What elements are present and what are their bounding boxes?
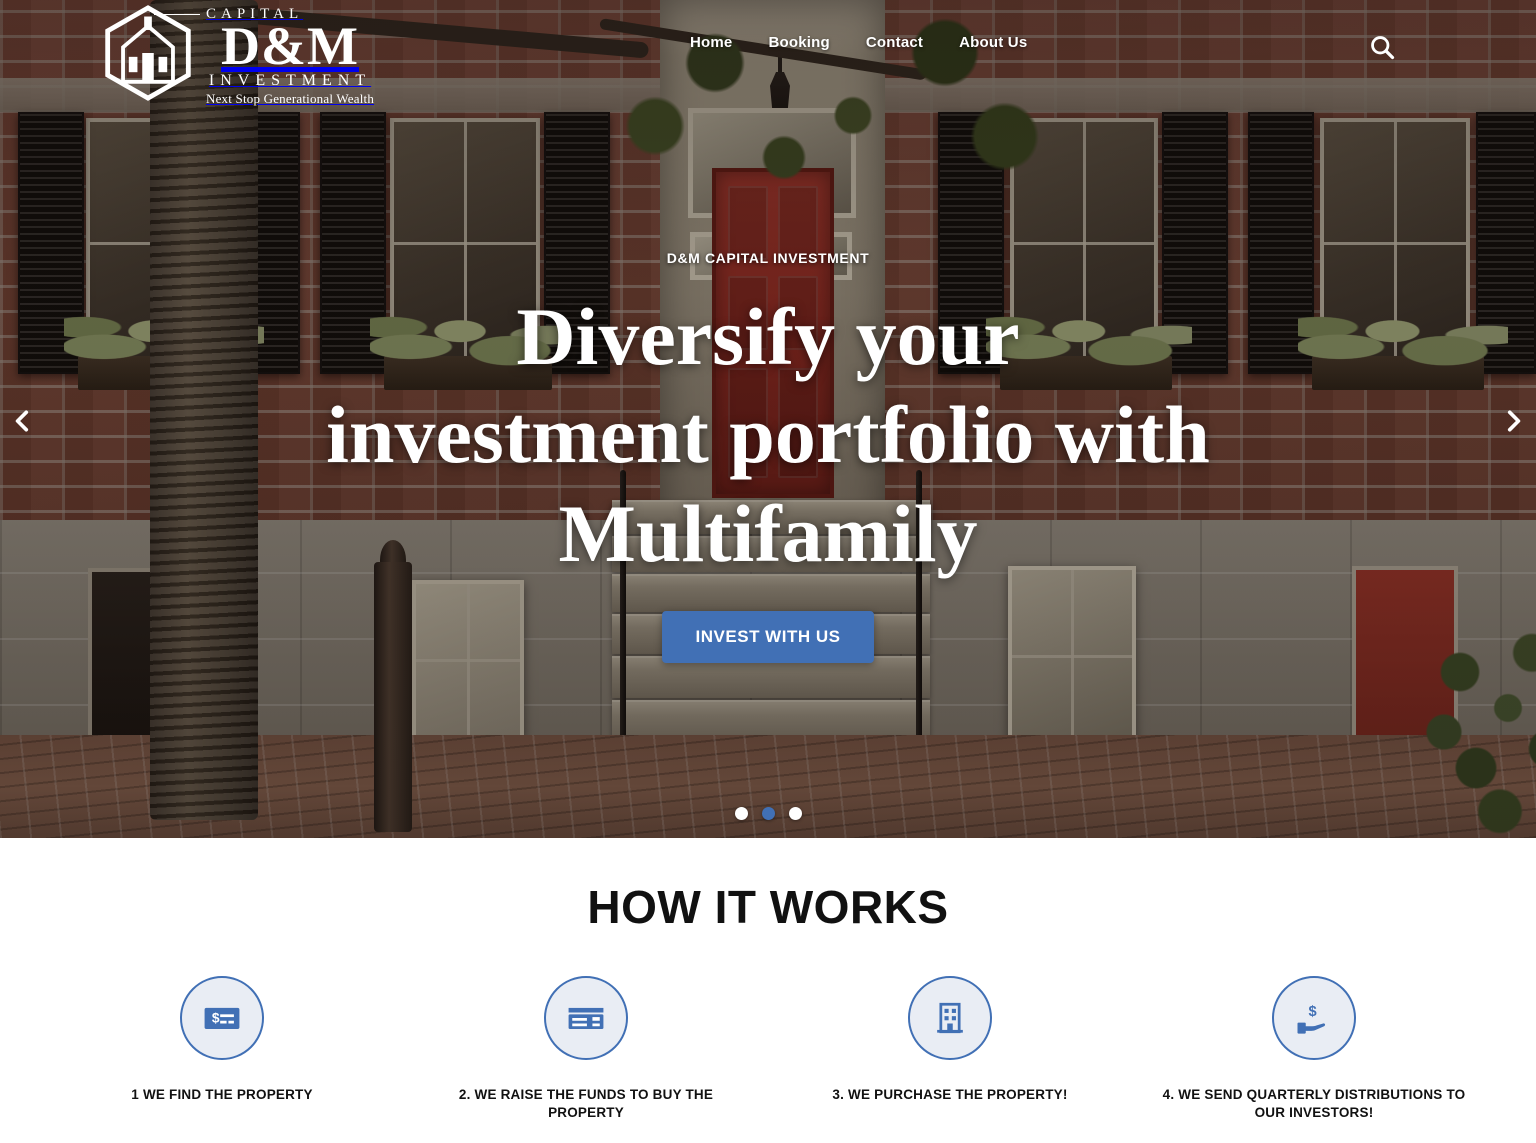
search-button[interactable]: [1368, 33, 1396, 61]
nav-item-booking[interactable]: Booking: [768, 34, 829, 51]
nav-item-about-us[interactable]: About Us: [959, 34, 1027, 51]
step-1-label: 1 WE FIND THE PROPERTY: [131, 1087, 313, 1102]
hero-headline: Diversify your investment portfolio with…: [326, 291, 1210, 579]
step-4-icon-circle: $: [1272, 976, 1356, 1060]
building-icon: [937, 1002, 963, 1034]
svg-text:$: $: [212, 1011, 220, 1026]
logo-wordmark: CAPITAL D&M INVESTMENT Next Stop Generat…: [206, 2, 374, 105]
logo-capital-text: CAPITAL: [206, 6, 304, 22]
house-hexagon-logo-icon: [105, 5, 191, 102]
logo-dm-text: D&M: [221, 16, 359, 76]
carousel-dots: [0, 807, 1536, 820]
main-navigation: Home Booking Contact About Us: [690, 34, 1027, 51]
step-4-label: 4. WE SEND QUARTERLY DISTRIBUTIONS TO OU…: [1162, 1087, 1466, 1121]
step-2-icon-circle: [544, 976, 628, 1060]
hand-holding-dollar-icon: $: [1297, 1004, 1326, 1034]
nav-item-contact[interactable]: Contact: [866, 34, 923, 51]
how-it-works-title: HOW IT WORKS: [587, 881, 949, 933]
step-3-icon-circle: [908, 976, 992, 1060]
site-header: CAPITAL D&M INVESTMENT Next Stop Generat…: [0, 0, 1536, 105]
step-item-2: 2. WE RAISE THE FUNDS TO BUY THE PROPERT…: [404, 976, 768, 1122]
chevron-left-icon: [15, 410, 29, 432]
invest-with-us-button[interactable]: INVEST WITH US: [661, 611, 875, 664]
credit-card-icon: [568, 1007, 604, 1029]
logo-tagline: Next Stop Generational Wealth: [206, 90, 375, 106]
hero-slider: CAPITAL D&M INVESTMENT Next Stop Generat…: [0, 0, 1536, 838]
carousel-dot-1[interactable]: [734, 807, 748, 820]
money-check-icon: $: [204, 1007, 240, 1029]
carousel-next-button[interactable]: [1500, 408, 1526, 434]
hero-eyebrow: D&M CAPITAL INVESTMENT: [666, 250, 870, 266]
how-it-works-section: HOW IT WORKS $ 1 WE FIND THE PROPERTY 2.…: [0, 838, 1536, 1143]
carousel-prev-button[interactable]: [10, 408, 36, 434]
site-logo[interactable]: CAPITAL D&M INVESTMENT Next Stop Generat…: [100, 2, 374, 105]
svg-text:$: $: [1309, 1004, 1317, 1020]
carousel-dot-3[interactable]: [788, 807, 802, 820]
chevron-right-icon: [1507, 410, 1521, 432]
nav-item-home[interactable]: Home: [690, 34, 732, 51]
step-1-icon-circle: $: [180, 976, 264, 1060]
step-item-4: $ 4. WE SEND QUARTERLY DISTRIBUTIONS TO …: [1132, 976, 1496, 1122]
hero-content: D&M CAPITAL INVESTMENT Diversify your in…: [0, 250, 1536, 664]
step-3-label: 3. WE PURCHASE THE PROPERTY!: [832, 1087, 1068, 1102]
step-item-1: $ 1 WE FIND THE PROPERTY: [40, 976, 404, 1122]
step-item-3: 3. WE PURCHASE THE PROPERTY!: [768, 976, 1132, 1122]
how-it-works-steps: $ 1 WE FIND THE PROPERTY 2. WE RAISE THE…: [0, 976, 1536, 1122]
logo-investment-text: INVESTMENT: [208, 71, 372, 89]
carousel-dot-2[interactable]: [761, 807, 775, 820]
step-2-label: 2. WE RAISE THE FUNDS TO BUY THE PROPERT…: [458, 1087, 714, 1121]
search-icon: [1371, 36, 1395, 60]
